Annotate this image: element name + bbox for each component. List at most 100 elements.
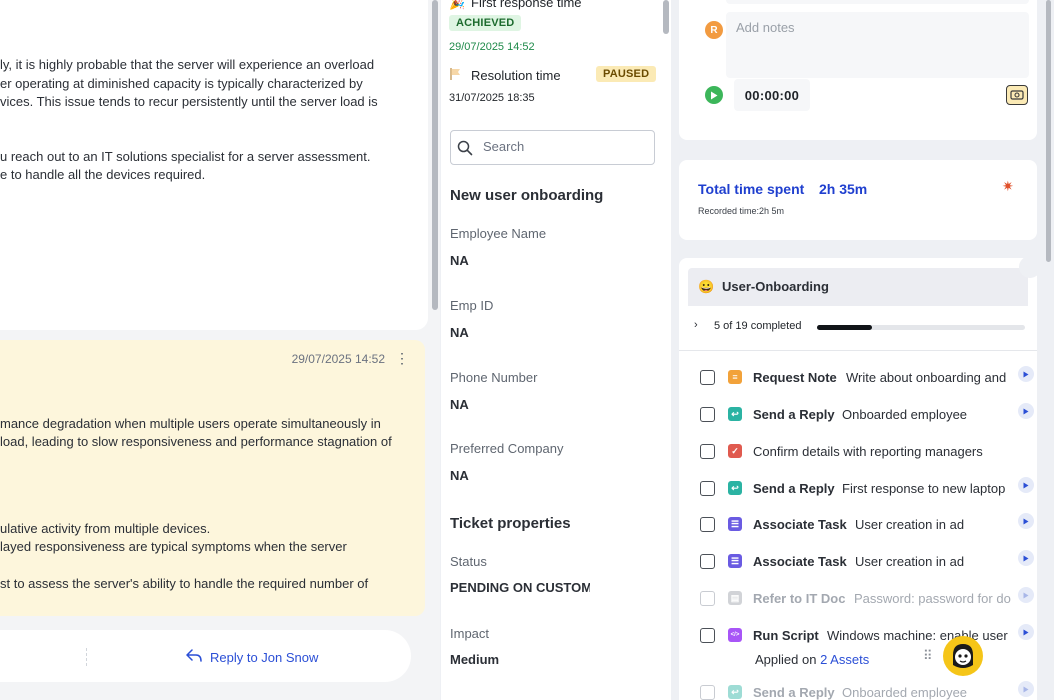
task-play-icon[interactable] [1018, 513, 1034, 529]
task-checkbox[interactable] [700, 554, 715, 569]
field-value[interactable]: NA [450, 325, 469, 340]
task-checkbox[interactable] [700, 517, 715, 532]
sla-first-response-date: 29/07/2025 14:52 [449, 41, 535, 53]
field-label: Employee Name [450, 226, 547, 241]
task-group-title: User-Onboarding [722, 279, 829, 294]
message-text: layed responsiveness are typical symptom… [0, 539, 347, 554]
task-play-icon[interactable] [1018, 550, 1034, 566]
details-panel: 🎉 First response time ACHIEVED 29/07/202… [441, 0, 671, 700]
sla-first-response-label: First response time [471, 0, 582, 10]
message-timestamp: 29/07/2025 14:52 [291, 352, 385, 366]
reply-button-label: Reply to Jon Snow [210, 649, 319, 665]
task-description: Onboarded employee [842, 685, 968, 700]
notes-input[interactable] [726, 12, 1029, 78]
task-description: Write about onboarding and [846, 370, 1007, 385]
right-panel: R 00:00:00 Total time spent 2h 35m Recor… [671, 0, 1054, 700]
checklist-icon: ✓ [728, 444, 742, 458]
task-play-icon[interactable] [1018, 587, 1034, 603]
field-value[interactable]: NA [450, 397, 469, 412]
scrollbar[interactable] [663, 0, 669, 34]
log-time-button[interactable] [1006, 85, 1028, 105]
total-time-label: Total time spent [698, 181, 805, 197]
progress-bar-fill [817, 325, 872, 330]
status-dropdown[interactable]: PENDING ON CUSTOM [450, 580, 590, 595]
task-checkbox[interactable] [700, 407, 715, 422]
section-title: New user onboarding [450, 187, 604, 204]
field-label: Preferred Company [450, 441, 564, 456]
reply-arrow-icon [186, 648, 202, 666]
task-checkbox[interactable] [700, 628, 715, 643]
task-title: Send a Reply [753, 407, 835, 422]
task-play-icon[interactable] [1018, 477, 1034, 493]
task-icon: ☰ [728, 517, 742, 531]
task-play-icon[interactable] [1018, 366, 1034, 382]
reply-icon: ↩ [728, 407, 742, 421]
task-title: Associate Task [753, 517, 847, 532]
sparkle-icon[interactable]: ✷ [1002, 178, 1014, 195]
task-title: Send a Reply [753, 481, 835, 496]
task-description: Onboarded employee [842, 407, 968, 422]
notes-strip [726, 0, 1029, 4]
status-badge: ACHIEVED [449, 15, 522, 31]
scrollbar[interactable] [1046, 0, 1051, 262]
progress-row[interactable]: › 5 of 19 completed [688, 318, 1028, 336]
task-row[interactable]: ▤ Refer to IT Doc Password: password for d… [693, 587, 1038, 611]
more-options-icon[interactable]: ⋮ [395, 350, 409, 366]
task-checkbox[interactable] [700, 591, 715, 606]
task-checkbox[interactable] [700, 370, 715, 385]
field-value[interactable]: NA [450, 253, 469, 268]
scrollbar[interactable] [432, 0, 438, 310]
play-icon [711, 91, 718, 99]
task-icon: ☰ [728, 554, 742, 568]
sla-resolution-label: Resolution time [471, 68, 561, 83]
task-row[interactable]: ☰ Associate Task User creation in ad [693, 513, 1038, 537]
field-label: Emp ID [450, 298, 494, 313]
message-card: ly, it is highly probable that the serve… [0, 0, 428, 330]
impact-dropdown[interactable]: Medium [450, 652, 499, 667]
assistant-mascot-icon[interactable] [943, 636, 983, 676]
reply-icon: ↩ [728, 481, 742, 495]
play-timer-button[interactable] [705, 86, 723, 104]
task-description: First response to new laptop [842, 481, 1006, 496]
section-title: Ticket properties [450, 515, 571, 532]
task-title: Run Script [753, 628, 819, 643]
task-checkbox[interactable] [700, 481, 715, 496]
reply-button[interactable]: Reply to Jon Snow [186, 647, 318, 667]
task-row[interactable]: ↩ Send a Reply Onboarded employee [693, 681, 1038, 700]
task-group-header[interactable]: 😀 User-Onboarding [688, 268, 1028, 306]
time-log-icon [1010, 90, 1024, 100]
task-row[interactable]: </> Run Script Windows machine: enable use… [693, 624, 1038, 648]
task-row[interactable]: ✓ Confirm details with reporting managers [693, 440, 1038, 464]
timer-display: 00:00:00 [734, 79, 810, 111]
party-popper-icon: 🎉 [449, 0, 466, 10]
task-row[interactable]: ↩ Send a Reply First response to new lapto… [693, 477, 1038, 501]
task-play-icon[interactable] [1018, 624, 1034, 640]
status-badge: PAUSED [596, 66, 657, 82]
task-title: Send a Reply [753, 685, 835, 700]
progress-text: 5 of 19 completed [714, 320, 802, 332]
task-row[interactable]: ≡ Request Note Write about onboarding and [693, 366, 1038, 390]
assets-link[interactable]: 2 Assets [820, 652, 869, 667]
conversation-panel: ly, it is highly probable that the serve… [0, 0, 440, 700]
task-play-icon[interactable] [1018, 681, 1034, 697]
task-row[interactable]: ↩ Send a Reply Onboarded employee [693, 403, 1038, 427]
applied-prefix: Applied on [755, 652, 821, 667]
document-icon: ▤ [728, 591, 742, 605]
task-title: Refer to IT Doc [753, 591, 846, 606]
applied-on-text: Applied on 2 Assets [755, 652, 869, 667]
task-description: User creation in ad [855, 554, 965, 569]
task-description: Password: password for do [854, 591, 1011, 606]
flag-icon [449, 67, 463, 84]
recorded-time: Recorded time:2h 5m [698, 206, 785, 216]
task-checkbox[interactable] [700, 444, 715, 459]
script-icon: </> [728, 628, 742, 642]
chevron-right-icon[interactable]: › [694, 319, 698, 331]
mascot-face-icon [953, 644, 973, 668]
search-input[interactable] [483, 139, 643, 154]
field-value[interactable]: NA [450, 468, 469, 483]
task-row[interactable]: ☰ Associate Task User creation in ad [693, 550, 1038, 574]
task-play-icon[interactable] [1018, 403, 1034, 419]
drag-handle-icon[interactable]: ⠿ [923, 648, 932, 664]
task-checkbox[interactable] [700, 685, 715, 700]
message-text: ly, it is highly probable that the serve… [0, 57, 375, 72]
